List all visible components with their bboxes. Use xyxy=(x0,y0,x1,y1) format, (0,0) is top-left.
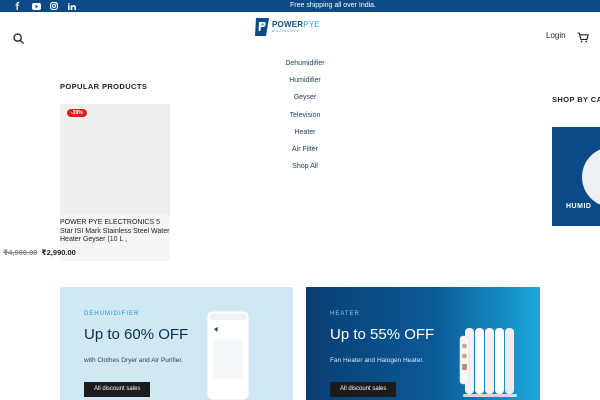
all-discount-sales-button[interactable]: All discount sales xyxy=(84,382,151,397)
logo-word-1: POWER xyxy=(272,20,304,29)
dehumidifier-image xyxy=(206,310,250,400)
banner-subtitle: with Clothes Dryer and Air Purifier. xyxy=(84,357,183,364)
cart-icon[interactable] xyxy=(576,30,590,44)
announcement-bar: Free shipping all over India. xyxy=(0,0,600,12)
dehumidifier-banner[interactable]: DEHUMIDIFIER Up to 60% OFF with Clothes … xyxy=(60,287,293,400)
logo-sub: ELECTRONICS xyxy=(272,29,299,33)
category-card-humidifier[interactable]: HUMID xyxy=(552,127,600,226)
discount-badge: -39% xyxy=(67,109,87,117)
page: Free shipping all over India. POWERPYE E… xyxy=(0,0,600,400)
humidifier-image xyxy=(582,147,600,207)
logo-mark-icon xyxy=(255,18,269,36)
banner-category: DEHUMIDIFIER xyxy=(84,311,140,317)
category-card-label: HUMID xyxy=(566,203,592,210)
announcement-text: Free shipping all over India. xyxy=(290,2,376,9)
product-card[interactable]: -39% POWER PYE ELECTRONICS 5 Star ISI Ma… xyxy=(60,104,170,261)
search-icon[interactable] xyxy=(11,31,25,45)
oil-heater-image xyxy=(459,328,517,397)
shop-by-category-title: SHOP BY CA xyxy=(552,95,600,104)
price-row: ₹4,900.00 ₹2,990.00 xyxy=(3,248,76,257)
heater-banner[interactable]: HEATER Up to 55% OFF Fan Heater and Halo… xyxy=(306,287,540,400)
menu-item-heater[interactable]: Heater xyxy=(260,127,350,144)
all-discount-sales-button[interactable]: All discount sales xyxy=(330,382,397,397)
menu-item-dehumidifier[interactable]: Dehumidifier xyxy=(260,58,350,75)
banner-category: HEATER xyxy=(330,311,360,317)
category-menu: Dehumidifier Humidifier Geyser Televisio… xyxy=(260,58,350,178)
product-title[interactable]: POWER PYE ELECTRONICS 5 Star ISI Mark St… xyxy=(60,219,170,245)
logo-word-2: PYE xyxy=(303,20,320,29)
new-price: ₹2,990.00 xyxy=(41,248,76,257)
product-image[interactable] xyxy=(60,104,170,215)
old-price: ₹4,900.00 xyxy=(3,248,38,257)
banner-headline: Up to 55% OFF xyxy=(330,326,435,343)
menu-item-humidifier[interactable]: Humidifier xyxy=(260,75,350,92)
popular-products-title: POPULAR PRODUCTS xyxy=(60,82,148,91)
menu-item-geyser[interactable]: Geyser xyxy=(260,92,350,109)
banner-subtitle: Fan Heater and Halogen Heater. xyxy=(330,357,424,364)
logo[interactable]: POWERPYE ELECTRONICS xyxy=(255,17,320,37)
menu-item-air-filter[interactable]: Air Filter xyxy=(260,144,350,161)
banner-headline: Up to 60% OFF xyxy=(84,326,189,343)
menu-item-television[interactable]: Television xyxy=(260,110,350,127)
menu-item-shop-all[interactable]: Shop All xyxy=(260,161,350,178)
login-link[interactable]: Login xyxy=(546,31,566,40)
